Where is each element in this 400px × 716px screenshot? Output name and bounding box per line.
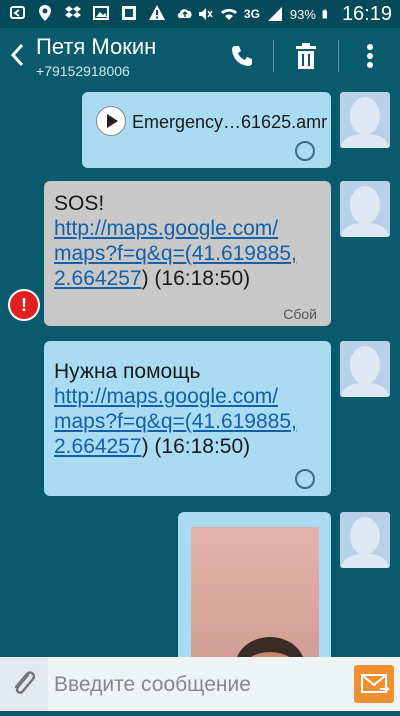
battery-percent: 93% <box>289 6 316 22</box>
photo-attachment[interactable] <box>191 527 319 667</box>
paperclip-icon <box>14 671 36 694</box>
map-link-line[interactable]: maps?f=q&q=(41.619885, <box>54 242 297 265</box>
delete-icon <box>296 43 316 69</box>
status-bar: 3G 93% 16:19 <box>0 0 400 28</box>
error-icon[interactable]: ! <box>8 289 40 321</box>
contact-phone: +79152918006 <box>36 63 130 79</box>
message-input[interactable] <box>52 665 346 705</box>
clock: 16:19 <box>341 2 392 25</box>
battery-icon <box>322 9 327 19</box>
network-type: 3G <box>243 7 260 21</box>
mute-icon <box>198 8 213 20</box>
back-icon[interactable] <box>6 40 28 70</box>
gallery-icon <box>122 6 136 20</box>
notification-icons <box>8 4 194 22</box>
avatar-icon <box>340 517 390 568</box>
avatar <box>340 512 390 568</box>
cloud-upload-icon <box>177 9 192 18</box>
message-text: SOS! <box>54 192 105 215</box>
status-right: 3G 93% 16:19 <box>196 0 392 28</box>
failed-status: Сбой <box>283 306 317 322</box>
avatar-icon <box>340 97 390 148</box>
play-icon[interactable] <box>96 106 126 136</box>
contact-name[interactable]: Петя Мокин <box>36 34 156 60</box>
sent-status-icon <box>295 141 315 161</box>
phone-icon <box>232 46 252 66</box>
message-timestamp: ) (16:18:50) <box>141 267 251 290</box>
image-icon <box>93 6 109 20</box>
audio-filename: Emergency…61625.amr <box>132 112 328 132</box>
failed-message[interactable]: SOS! http://maps.google.com/ maps?f=q&q=… <box>44 181 331 326</box>
call-button[interactable] <box>222 36 262 76</box>
back-arrow-icon <box>10 6 25 19</box>
warning-icon <box>149 5 165 20</box>
sent-status-icon <box>295 469 315 489</box>
signal-icon <box>267 7 282 21</box>
audio-message[interactable]: Emergency…61625.amr <box>82 92 331 168</box>
conversation-header: Петя Мокин +79152918006 <box>0 28 400 86</box>
map-link-line[interactable]: http://maps.google.com/ <box>54 217 278 240</box>
dropbox-icon <box>65 6 81 18</box>
send-button[interactable] <box>354 665 394 703</box>
wifi-icon <box>220 9 237 20</box>
header-divider <box>273 40 274 72</box>
header-divider <box>338 40 339 72</box>
more-icon <box>367 44 373 68</box>
more-options-button[interactable] <box>350 36 390 76</box>
map-link-line[interactable]: maps?f=q&q=(41.619885, <box>54 410 297 433</box>
location-icon <box>39 5 51 21</box>
message-text: Нужна помощь <box>54 360 201 383</box>
map-link-line[interactable]: 2.664257 <box>54 267 142 290</box>
message-timestamp: ) (16:18:50) <box>141 435 251 458</box>
avatar-icon <box>340 346 390 397</box>
attach-button[interactable] <box>0 657 48 711</box>
delete-button[interactable] <box>286 36 326 76</box>
sent-message[interactable]: Нужна помощь http://maps.google.com/ map… <box>44 341 331 496</box>
avatar <box>340 341 390 397</box>
send-icon <box>361 674 390 693</box>
map-link-line[interactable]: http://maps.google.com/ <box>54 385 278 408</box>
map-link-line[interactable]: 2.664257 <box>54 435 142 458</box>
avatar <box>340 92 390 148</box>
avatar <box>340 181 390 237</box>
avatar-icon <box>340 186 390 237</box>
compose-bar <box>0 657 400 711</box>
